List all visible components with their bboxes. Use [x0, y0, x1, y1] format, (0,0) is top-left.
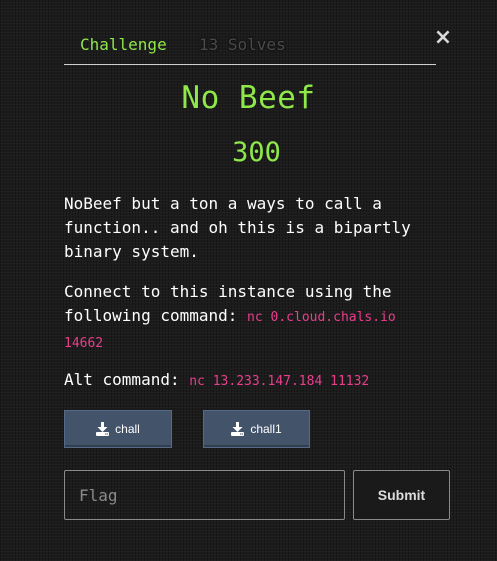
- alt-command-label: Alt command:: [64, 370, 180, 389]
- flag-input[interactable]: [64, 470, 345, 520]
- download-chall1-button[interactable]: chall1: [203, 410, 310, 448]
- challenge-points: 300: [232, 137, 281, 168]
- submit-button[interactable]: Submit: [353, 470, 450, 520]
- tab-challenge[interactable]: Challenge: [64, 28, 183, 62]
- close-button[interactable]: ×: [433, 26, 453, 50]
- modal-tabs: Challenge 13 Solves: [64, 28, 436, 65]
- file-label: chall1: [250, 422, 282, 436]
- download-icon: [231, 422, 245, 436]
- alt-command-line: Alt command: nc 13.233.147.184 11132: [64, 368, 436, 394]
- challenge-name: No Beef: [181, 80, 316, 116]
- download-icon: [96, 422, 110, 436]
- alt-command: nc 13.233.147.184 11132: [189, 374, 370, 389]
- download-chall-button[interactable]: chall: [64, 410, 172, 448]
- tab-solves[interactable]: 13 Solves: [183, 28, 302, 62]
- connect-instructions: Connect to this instance using the follo…: [64, 280, 436, 356]
- challenge-description: NoBeef but a ton a ways to call a functi…: [64, 194, 411, 261]
- file-label: chall: [115, 422, 140, 436]
- challenge-modal: × Challenge 13 Solves No Beef 300 NoBeef…: [0, 0, 497, 561]
